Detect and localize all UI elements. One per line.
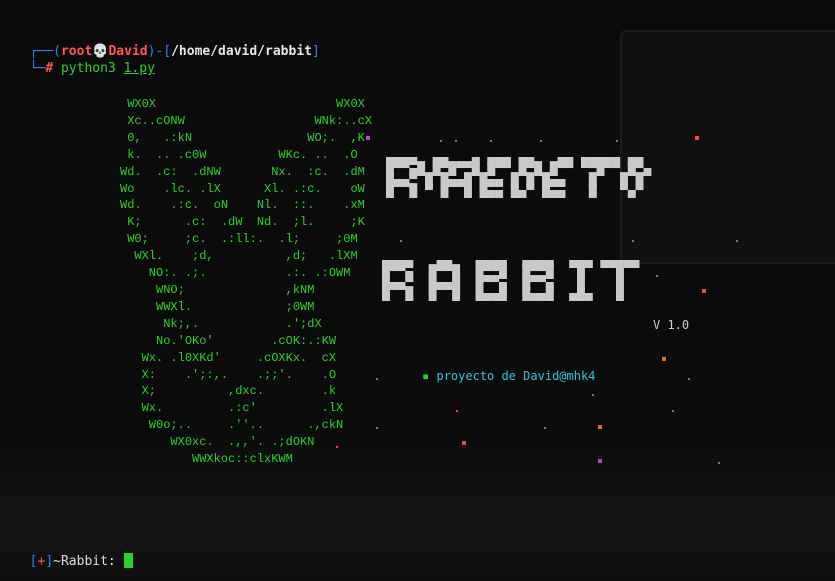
decor-dot [440,140,442,142]
bullet-icon: ▪ [422,369,430,383]
credit-line: ▪ proyecto de David@mhk4 [422,369,595,383]
version-label: V 1.0 [653,318,690,332]
prompt-corner-2: └─ [29,61,46,76]
decor-dot [736,240,738,242]
command-argument: 1.py [123,61,155,76]
decor-dot [718,462,720,464]
prompt-bracket-close: ] [45,554,54,569]
command-name: python3 [60,61,116,76]
decor-dot [376,378,378,380]
banner-title-line-2: ▄▄▄▄ ▄▄ ▄▄▄▄ ▄▄▄▄ ▄▄▄ ▄▄▄▄▄ █▀▀▄ █▀▀█ █▀… [382,253,640,301]
decor-dot [455,140,457,142]
prompt-close: ] [311,44,320,59]
decor-dot [456,410,458,412]
rabbit-input-prompt[interactable]: [+]~Rabbit: [14,538,133,569]
decor-dot [695,136,699,140]
decor-dot [490,140,492,142]
decor-dot [598,425,602,429]
background-sign [620,30,835,264]
prompt-label: ~Rabbit: [53,554,116,569]
decor-dot [366,136,370,140]
decor-dot [702,289,706,293]
prompt-hash: # [45,61,54,76]
decor-dot [616,140,618,142]
decor-dot [598,459,602,463]
decor-dot [462,441,466,445]
decor-dot [540,140,542,142]
prompt-line-2: └─# python3 1.py [14,45,155,77]
terminal-cursor[interactable] [123,553,133,568]
decor-dot [544,427,546,429]
prompt-path: /home/david/rabbit [171,44,312,59]
banner-title-line-1: ▄▄▄▄ ▄▄ ▄ ▄▄▄ ▄▄ ▄▄ ▄▄▄▄▄ ▄▄ █▀▀▄█ █▀█▀▀… [386,150,652,198]
decor-dot [336,446,338,448]
decor-dot [400,240,402,242]
decor-dot [592,394,594,396]
decor-dot [672,410,674,412]
decor-dot [632,240,634,242]
decor-dot [376,427,378,429]
decor-dot [656,275,658,277]
decor-dot [662,357,666,361]
decor-dot [688,378,690,380]
credit-text: proyecto de David@mhk4 [436,369,596,383]
rabbit-ascii-art: WX0X WX0X Xc..cONW WNk:..cX 0, .:kN WO;.… [120,97,373,467]
